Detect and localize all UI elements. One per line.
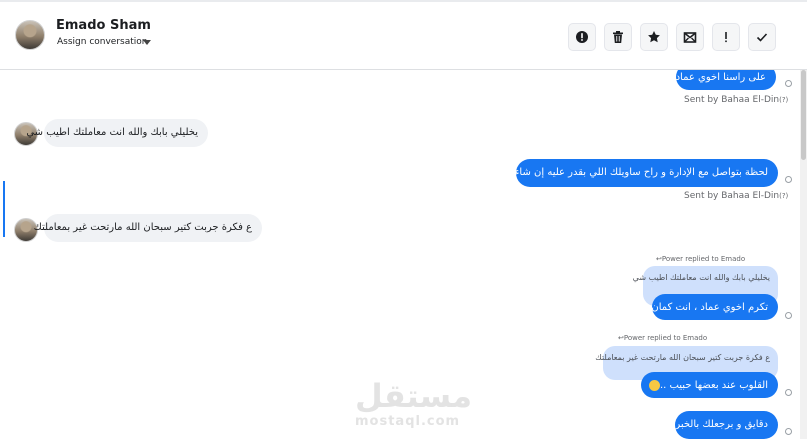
seen-check-icon: [785, 80, 792, 87]
message-text: ع فكرة جربت كتير سبحان الله مارتحت غير ب…: [33, 222, 252, 233]
quote-text: ع فكرة جربت كتير سبحان الله مارتحت غير ب…: [595, 353, 770, 362]
quote-text: يخليلي بابك والله انت معاملتك اطيب شي: [632, 273, 770, 282]
important-icon: [725, 32, 727, 43]
selected-thread-marker: [3, 181, 5, 237]
message-text: تكرم اخوي عماد ، انت كمان: [651, 302, 768, 313]
message-text: دقايق و برجعلك بالخبر: [675, 419, 768, 430]
outgoing-message: لحظة بتواصل مع الإدارة و راح ساويلك اللي…: [497, 159, 778, 187]
outgoing-reply: تكرم اخوي عماد ، انت كمان: [651, 294, 778, 320]
assign-conversation-dropdown[interactable]: Assign conversation: [57, 37, 147, 47]
contact-avatar[interactable]: [15, 20, 45, 50]
delete-button[interactable]: [604, 23, 632, 51]
contact-name[interactable]: Emado Sham: [56, 18, 151, 33]
message-text: يخليلي بابك والله انت معاملتك اطيب شي: [26, 127, 198, 138]
star-icon: [648, 31, 660, 43]
seen-check-icon: [785, 176, 792, 183]
replied-to-label: ↩Power replied to Emado: [618, 334, 708, 342]
star-button[interactable]: [640, 23, 668, 51]
sent-by-label: Sent by Bahaa El-Din(?): [684, 191, 789, 201]
report-spam-icon: [576, 31, 588, 43]
sent-by-help[interactable]: (?): [779, 192, 788, 200]
watermark: مستقل mostaql.com: [355, 377, 473, 429]
important-button[interactable]: [712, 23, 740, 51]
mark-unread-button[interactable]: [676, 23, 704, 51]
seen-check-icon: [785, 389, 792, 396]
watermark-url: mostaql.com: [355, 414, 461, 429]
incoming-message: ع فكرة جربت كتير سبحان الله مارتحت غير ب…: [34, 214, 262, 242]
incoming-message: يخليلي بابك والله انت معاملتك اطيب شي: [26, 119, 208, 147]
seen-check-icon: [785, 312, 792, 319]
message-text: القلوب عند بعضها حبيب ..: [659, 380, 768, 391]
smile-emoji-icon: [648, 379, 660, 391]
replied-to-label: ↩Power replied to Emado: [656, 255, 746, 263]
trash-icon: [613, 31, 623, 43]
outgoing-reply: القلوب عند بعضها حبيب ..: [641, 372, 778, 398]
chevron-down-icon[interactable]: [143, 40, 151, 45]
message-text: على راسنا اخوي عماد: [675, 72, 766, 83]
outgoing-message: دقايق و برجعلك بالخبر: [675, 411, 778, 439]
sent-by-help[interactable]: (?): [779, 96, 788, 104]
sent-by-label: Sent by Bahaa El-Din(?): [684, 95, 789, 105]
top-divider: [0, 0, 807, 2]
mark-done-button[interactable]: [748, 23, 776, 51]
message-text: لحظة بتواصل مع الإدارة و راح ساويلك اللي…: [497, 167, 768, 178]
seen-check-icon: [785, 428, 792, 435]
done-check-icon: [756, 33, 768, 42]
report-spam-button[interactable]: [568, 23, 596, 51]
scrollbar-thumb[interactable]: [801, 70, 806, 160]
watermark-arabic: مستقل: [355, 377, 473, 415]
conversation-header: Emado Sham Assign conversation: [0, 0, 807, 70]
outgoing-message: على راسنا اخوي عماد: [676, 70, 776, 90]
mark-unread-icon: [683, 32, 697, 43]
